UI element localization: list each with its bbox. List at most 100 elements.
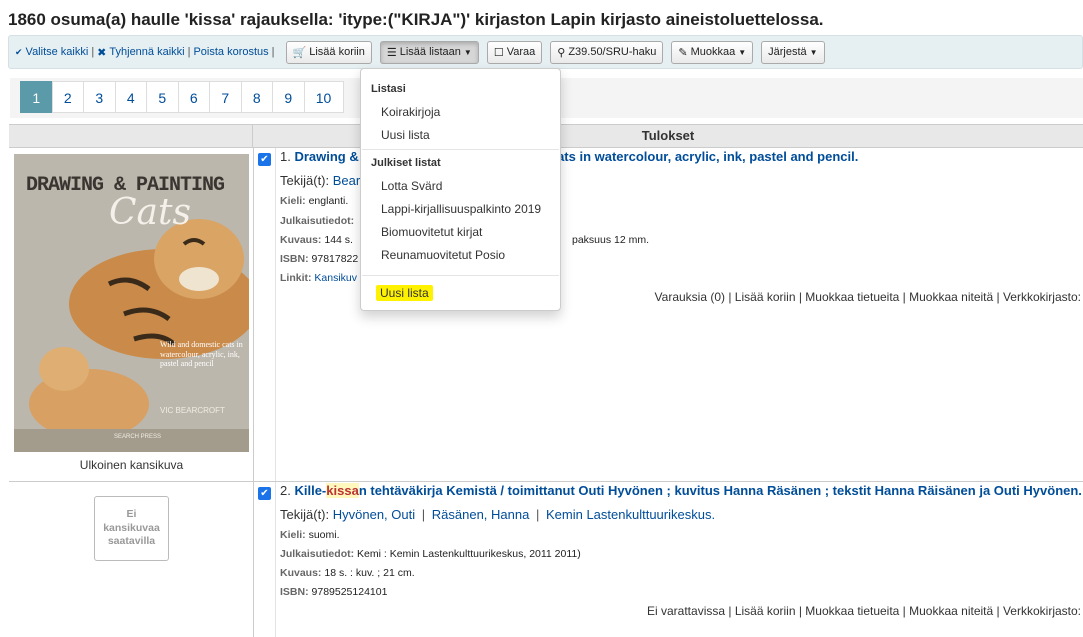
description-value-end: paksuus 12 mm. [572, 234, 650, 246]
place-hold-button[interactable]: ☐ Varaa [486, 40, 543, 64]
page-link-3[interactable]: 3 [83, 81, 116, 113]
result-authors: Tekijä(t): Bear [280, 173, 360, 188]
page-link-9[interactable]: 9 [272, 81, 305, 113]
add-to-cart-button[interactable]: 🛒 Lisää koriin [285, 40, 372, 64]
page-link-1[interactable]: 1 [20, 81, 53, 113]
edit-dropdown-button[interactable]: ✎ Muokkaa ▼ [671, 40, 754, 64]
list-item-new-private[interactable]: Uusi lista [381, 128, 430, 142]
pencil-icon: ✎ [678, 46, 688, 59]
list-item-lotta-svard[interactable]: Lotta Svärd [381, 179, 442, 193]
publication-value: Kemi : Kemin Lastenkulttuurikeskus, 2011… [357, 548, 581, 560]
language-field: Kieli: suomi. [280, 529, 340, 541]
page-link-8[interactable]: 8 [240, 81, 273, 113]
result-actions[interactable]: Ei varattavissa | Lisää koriin | Muokkaa… [647, 604, 1081, 618]
separator: | [421, 507, 426, 522]
result-title-link-end[interactable]: c cats in watercolour, acrylic, ink, pas… [539, 149, 858, 164]
add-to-list-button[interactable]: ☰ Lisää listaan ▼ [379, 40, 479, 64]
page-link-4[interactable]: 4 [114, 81, 147, 113]
result-number: 1. [280, 149, 291, 164]
z3950-search-button[interactable]: ⚲ Z39.50/SRU-haku [550, 40, 664, 64]
cover-caption: Ulkoinen kansikuva [79, 458, 184, 472]
description-value: 18 s. : kuv. ; 21 cm. [324, 567, 415, 579]
isbn-value: 9789525124101 [311, 586, 388, 598]
page-title: 1860 osuma(a) haulle 'kissa' rajauksella… [8, 10, 824, 29]
caret-down-icon: ▼ [738, 47, 747, 57]
cart-icon: 🛒 [292, 46, 307, 59]
caret-down-icon: ▼ [463, 47, 472, 57]
result-number: 2. [280, 483, 291, 498]
list-item-biomuovitetut[interactable]: Biomuovitetut kirjat [381, 225, 482, 239]
title-suffix: n tehtäväkirja Kemistä / toimittanut Out… [358, 483, 1082, 498]
separator: | [535, 507, 540, 522]
new-list-item[interactable]: Uusi lista [376, 285, 433, 301]
add-to-list-dropdown: Listasi Koirakirjoja Uusi lista Julkiset… [360, 68, 561, 311]
book-cover-image[interactable]: DRAWING & PAINTING Cats Wild and domesti… [14, 154, 249, 452]
list-icon: ☰ [386, 46, 397, 59]
page-link-5[interactable]: 5 [146, 81, 179, 113]
search-term-highlight: kissa [326, 483, 359, 498]
result-title-link[interactable]: Kille-kissan tehtäväkirja Kemistä / toim… [294, 483, 1082, 498]
links-field: Linkit: Kansikuv [280, 272, 357, 284]
result-checkbox[interactable]: ✔ [258, 487, 271, 500]
separator: | [187, 46, 191, 58]
dropdown-divider [362, 149, 559, 150]
page-link-10[interactable]: 10 [303, 81, 344, 113]
authors-label: Tekijä(t): [280, 173, 330, 188]
links-label: Linkit: [280, 272, 312, 284]
place-hold-label: Varaa [506, 46, 536, 58]
dropdown-divider [362, 275, 559, 276]
list-item-koirakirjoja[interactable]: Koirakirjoja [381, 105, 440, 119]
result-title-link[interactable]: Drawing & [294, 149, 358, 164]
private-lists-header: Listasi [371, 83, 406, 95]
author-link[interactable]: Hyvönen, Outi [333, 507, 415, 522]
sort-dropdown-button[interactable]: Järjestä ▼ [761, 40, 825, 64]
cover-link[interactable]: Kansikuv [314, 272, 357, 284]
author-link[interactable]: Räsänen, Hanna [432, 507, 530, 522]
no-cover-placeholder: Ei kansikuvaa saatavilla [94, 496, 169, 561]
language-value: englanti. [308, 195, 349, 207]
result-actions[interactable]: Varauksia (0) | Lisää koriin | Muokkaa t… [655, 290, 1081, 304]
language-value: suomi. [308, 529, 340, 541]
page-list: 1 2 3 4 5 6 7 8 9 10 [20, 81, 344, 113]
description-field: Kuvaus: 144 s. paksuus 12 mm. [280, 234, 649, 246]
results-toolbar: ✔ Valitse kaikki | ✖ Tyhjennä kaikki | P… [8, 35, 1083, 69]
page-link-7[interactable]: 7 [209, 81, 242, 113]
isbn-field: ISBN: 97817822 [280, 253, 358, 265]
cover-subtitle: Wild and domestic cats in watercolour, a… [160, 340, 243, 369]
language-label: Kieli: [280, 529, 306, 541]
separator: | [91, 46, 95, 58]
edit-label: Muokkaa [690, 46, 736, 58]
cover-title-line-2: Cats [109, 192, 191, 233]
header-cover-column [9, 125, 253, 147]
check-icon: ✔ [15, 46, 23, 57]
search-icon: ⚲ [557, 46, 566, 59]
description-value: 144 s. [324, 234, 353, 246]
result-title: 2. Kille-kissan tehtäväkirja Kemistä / t… [280, 483, 1082, 498]
table-row: Ei kansikuvaa saatavilla ✔ 2. Kille-kiss… [9, 482, 1083, 637]
list-item-reunamuovitetut[interactable]: Reunamuovitetut Posio [381, 248, 505, 262]
author-link[interactable]: Kemin Lastenkulttuurikeskus. [546, 507, 715, 522]
isbn-field: ISBN: 9789525124101 [280, 586, 387, 598]
times-icon: ✖ [97, 46, 107, 59]
page-link-6[interactable]: 6 [177, 81, 210, 113]
author-link[interactable]: Bear [333, 173, 360, 188]
description-label: Kuvaus: [280, 234, 322, 246]
isbn-value: 97817822 [311, 253, 359, 265]
publication-label: Julkaisutiedot: [280, 548, 355, 560]
select-all-link[interactable]: Valitse kaikki [26, 46, 89, 58]
add-to-list-label: Lisää listaan [399, 46, 461, 58]
public-lists-header: Julkiset listat [371, 157, 441, 169]
select-cell: ✔ [254, 148, 276, 481]
title-prefix: Kille- [294, 483, 327, 498]
square-icon: ☐ [493, 46, 504, 59]
result-checkbox[interactable]: ✔ [258, 153, 271, 166]
description-label: Kuvaus: [280, 567, 322, 579]
cover-cell: Ei kansikuvaa saatavilla [9, 482, 254, 637]
clear-all-link[interactable]: Tyhjennä kaikki [109, 46, 184, 58]
list-item-lappi-palkinto[interactable]: Lappi-kirjallisuuspalkinto 2019 [381, 202, 541, 216]
page-link-2[interactable]: 2 [51, 81, 84, 113]
remove-highlight-link[interactable]: Poista korostus [193, 46, 268, 58]
authors-label: Tekijä(t): [280, 507, 330, 522]
isbn-label: ISBN: [280, 586, 309, 598]
publication-label: Julkaisutiedot: [280, 215, 355, 227]
